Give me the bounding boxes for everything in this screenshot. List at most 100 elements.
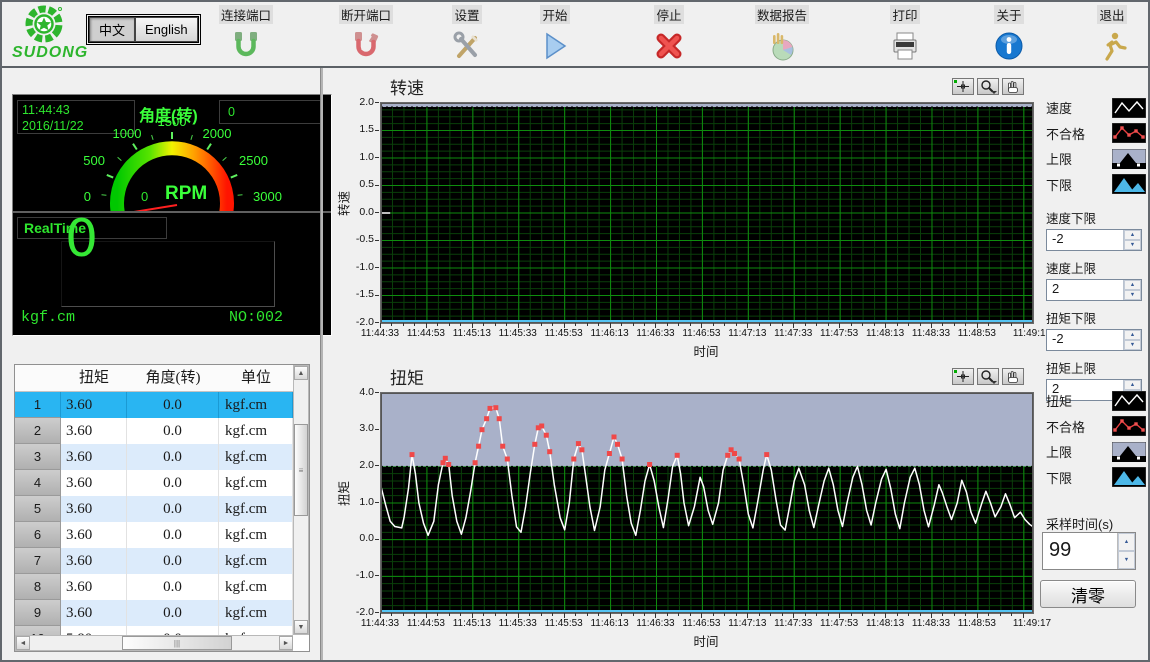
connect-port-label: 连接端口 <box>219 5 273 24</box>
table-row-10[interactable]: 105.800.0kgf.cm <box>15 626 293 635</box>
sample-time-up-arrow[interactable]: ▲ <box>1118 533 1135 551</box>
y-tick-label: -1.0 <box>332 261 374 273</box>
table-row-1[interactable]: 13.600.0kgf.cm <box>15 392 293 418</box>
unit-cell: kgf.cm <box>219 444 293 470</box>
torque-cell: 3.60 <box>61 392 127 418</box>
row-number: 2 <box>15 418 61 444</box>
line-markers-swatch[interactable] <box>1112 416 1146 436</box>
x-tick-mark <box>541 613 542 616</box>
spinner-label: 速度下限 <box>1046 208 1142 227</box>
table-row-6[interactable]: 63.600.0kgf.cm <box>15 522 293 548</box>
x-tick-mark <box>552 323 553 326</box>
sample-time-value[interactable]: 99 <box>1043 533 1117 569</box>
spinner-up-arrow[interactable]: ▲ <box>1124 330 1141 340</box>
spinner-up-arrow[interactable]: ▲ <box>1124 230 1141 240</box>
torque-chart-plot[interactable] <box>380 392 1032 612</box>
spinner-value[interactable]: -2 <box>1047 230 1123 250</box>
scroll-up-button[interactable]: ▲ <box>294 366 308 380</box>
lang-chinese-button[interactable]: 中文 <box>89 17 135 42</box>
x-tick-mark <box>495 323 496 326</box>
zoom-tool-icon[interactable] <box>977 78 999 95</box>
table-row-4[interactable]: 43.600.0kgf.cm <box>15 470 293 496</box>
x-tick-mark <box>414 323 415 326</box>
pan-tool-icon[interactable] <box>1002 78 1024 95</box>
gauge-tick-1500: 1500 <box>158 114 187 129</box>
lang-english-button[interactable]: English <box>135 17 198 42</box>
y-tick-mark <box>375 267 379 268</box>
crosshair-tool-icon[interactable] <box>952 368 974 385</box>
meter-panel: 11:44:43 2016/11/22 角度(转) 0 <box>12 94 332 336</box>
area-upper-swatch[interactable] <box>1112 149 1146 169</box>
connect-port-button[interactable]: 连接端口 <box>214 5 278 63</box>
legend-label: 下限 <box>1046 175 1072 194</box>
unit-cell: kgf.cm <box>219 600 293 626</box>
settings-button[interactable]: 设置 <box>442 5 492 63</box>
y-tick-mark <box>375 429 379 430</box>
x-tick-mark <box>851 613 852 616</box>
x-tick-mark <box>713 613 714 616</box>
crosshair-tool-icon[interactable] <box>952 78 974 95</box>
scroll-down-button[interactable]: ▼ <box>294 620 308 634</box>
horizontal-scroll-thumb[interactable]: ||| <box>122 636 232 650</box>
table-row-8[interactable]: 83.600.0kgf.cm <box>15 574 293 600</box>
x-tick-mark <box>770 613 771 616</box>
table-row-3[interactable]: 33.600.0kgf.cm <box>15 444 293 470</box>
settings-icon <box>450 29 484 63</box>
spinner-down-arrow[interactable]: ▼ <box>1124 290 1141 300</box>
table-row-9[interactable]: 93.600.0kgf.cm <box>15 600 293 626</box>
clear-button[interactable]: 清零 <box>1040 580 1136 608</box>
spinner-input[interactable]: -2▲▼ <box>1046 229 1142 251</box>
x-tick-label: 11:49:17 <box>1003 618 1061 629</box>
disconnect-port-label: 断开端口 <box>339 5 393 24</box>
y-tick-mark <box>375 157 379 158</box>
spinner-down-arrow[interactable]: ▼ <box>1124 340 1141 350</box>
start-button[interactable]: 开始 <box>530 5 580 63</box>
spinner-input[interactable]: -2▲▼ <box>1046 329 1142 351</box>
speed-chart-plot[interactable] <box>380 102 1032 322</box>
torque-cell: 3.60 <box>61 496 127 522</box>
area-lower-swatch[interactable] <box>1112 174 1146 194</box>
x-tick-mark <box>988 613 989 616</box>
print-button[interactable]: 打印 <box>880 5 930 63</box>
table-row-5[interactable]: 53.600.0kgf.cm <box>15 496 293 522</box>
legend-label: 上限 <box>1046 442 1072 461</box>
line-plain-swatch[interactable] <box>1112 98 1146 118</box>
angle-cell: 0.0 <box>127 444 219 470</box>
vertical-scroll-thumb[interactable]: ≡ <box>294 424 308 516</box>
exit-button[interactable]: 退出 <box>1090 5 1134 63</box>
spinner-input[interactable]: 2▲▼ <box>1046 279 1142 301</box>
stop-button[interactable]: 停止 <box>644 5 694 63</box>
x-tick-mark <box>908 613 909 616</box>
x-tick-mark <box>828 613 829 616</box>
row-number: 5 <box>15 496 61 522</box>
zoom-tool-icon[interactable] <box>977 368 999 385</box>
area-lower-swatch[interactable] <box>1112 467 1146 487</box>
line-markers-swatch[interactable] <box>1112 123 1146 143</box>
area-upper-swatch[interactable] <box>1112 442 1146 462</box>
x-tick-mark <box>449 323 450 326</box>
spinner-value[interactable]: 2 <box>1047 280 1123 300</box>
panel-separator <box>320 68 323 662</box>
speed-chart: 转速 转速 时间 2.01.51.00.50.0-0.5-1.0-1.5-2.0… <box>332 70 1044 360</box>
disconnect-port-button[interactable]: 断开端口 <box>334 5 398 63</box>
about-button[interactable]: 关于 <box>984 5 1034 63</box>
x-tick-mark <box>633 613 634 616</box>
spinner-up-arrow[interactable]: ▲ <box>1124 280 1141 290</box>
toolbar: SUDONG 中文 English 连接端口断开端口设置开始停止数据报告打印关于… <box>2 2 1148 68</box>
horizontal-scrollbar[interactable]: ◄ ||| ► <box>15 635 293 651</box>
spinner-value[interactable]: -2 <box>1047 330 1123 350</box>
data-report-button[interactable]: 数据报告 <box>750 5 814 63</box>
vertical-scrollbar[interactable]: ▲ ≡ ▼ <box>293 365 309 635</box>
sample-time-down-arrow[interactable]: ▼ <box>1118 551 1135 569</box>
scroll-left-button[interactable]: ◄ <box>16 636 30 650</box>
pan-tool-icon[interactable] <box>1002 368 1024 385</box>
line-plain-swatch[interactable] <box>1112 391 1146 411</box>
x-tick-mark <box>483 323 484 326</box>
scroll-right-button[interactable]: ► <box>279 636 293 650</box>
x-tick-mark <box>391 613 392 616</box>
gauge-tick-0: 0 <box>84 189 91 204</box>
table-row-7[interactable]: 73.600.0kgf.cm <box>15 548 293 574</box>
torque-chart-title: 扭矩 <box>390 364 424 389</box>
table-row-2[interactable]: 23.600.0kgf.cm <box>15 418 293 444</box>
spinner-down-arrow[interactable]: ▼ <box>1124 240 1141 250</box>
